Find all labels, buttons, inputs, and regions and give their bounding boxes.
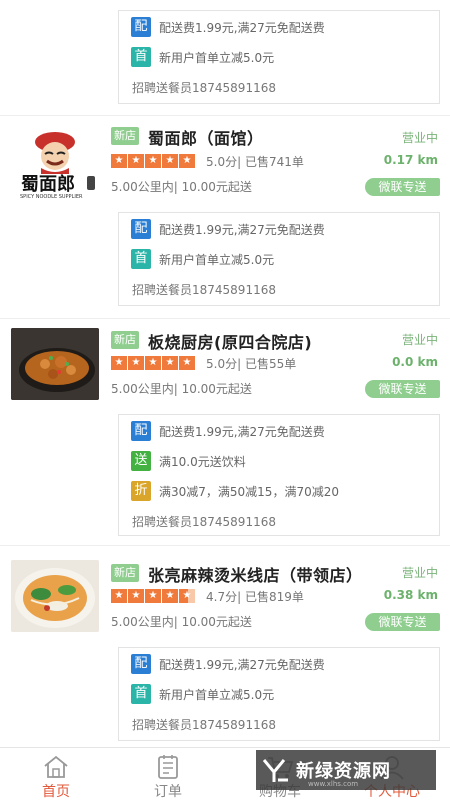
star-icon: ★ xyxy=(128,589,144,603)
star-icon: ★ xyxy=(162,356,178,370)
promo-text: 满30减7，满50减15，满70减20 xyxy=(159,484,339,499)
first-order-badge: 首 xyxy=(131,47,151,67)
star-icon: ★ xyxy=(162,589,178,603)
recruit-text: 招聘送餐员18745891168 xyxy=(132,283,276,297)
promo-row: 折 满30减7，满50减15，满70减20 xyxy=(131,480,339,502)
promo-row: 配 配送费1.99元,满27元免配送费 xyxy=(131,218,325,240)
new-store-tag: 新店 xyxy=(111,331,139,349)
first-order-badge: 首 xyxy=(131,684,151,704)
recruit-text: 招聘送餐员18745891168 xyxy=(132,718,276,732)
star-icon: ★ xyxy=(162,154,178,168)
tab-label: 首页 xyxy=(42,784,70,800)
rating-stars: ★ ★ ★ ★ ★ xyxy=(111,356,195,370)
star-icon: ★ xyxy=(111,154,127,168)
promo-row: 送 满10.0元送饮料 xyxy=(131,450,246,472)
promo-text: 配送费1.99元,满27元免配送费 xyxy=(159,222,325,237)
gift-badge: 送 xyxy=(131,451,151,471)
delivery-service-tag: 微联专送 xyxy=(365,380,440,398)
rating-text: 4.7分| 已售819单 xyxy=(206,590,304,604)
promo-text: 新用户首单立减5.0元 xyxy=(159,687,275,702)
delivery-range: 5.00公里内| 10.00元起送 xyxy=(111,615,252,629)
watermark-subtext: www.xlhs.com xyxy=(308,780,359,788)
promo-text: 配送费1.99元,满27元免配送费 xyxy=(159,657,325,672)
distance: 0.17 km xyxy=(383,153,438,167)
store-photo xyxy=(11,328,99,400)
star-icon: ★ xyxy=(179,154,195,168)
divider xyxy=(0,115,450,116)
discount-badge: 折 xyxy=(131,481,151,501)
delivery-service-tag: 微联专送 xyxy=(365,613,440,631)
star-icon: ★ xyxy=(145,154,161,168)
distance: 0.38 km xyxy=(383,588,438,602)
rating-text: 5.0分| 已售741单 xyxy=(206,155,304,169)
promo-row: 配 配送费1.99元,满27元免配送费 xyxy=(131,420,325,442)
store-name: 张亮麻辣烫米线店（带领店） xyxy=(148,566,363,585)
promo-row: 首 新用户首单立减5.0元 xyxy=(131,248,274,270)
store-card[interactable]: 蜀面郎 SPICY NOODLE SUPPLIER 新店 蜀面郎（面馆） 营业中… xyxy=(0,120,450,320)
divider xyxy=(0,545,450,546)
delivery-fee-badge: 配 xyxy=(131,219,151,239)
half-star-icon: ★ xyxy=(179,589,195,603)
store-card[interactable]: 新店 张亮麻辣烫米线店（带领店） 营业中 ★ ★ ★ ★ ★ 4.7分| 已售8… xyxy=(0,555,450,745)
delivery-service-tag: 微联专送 xyxy=(365,178,440,196)
store-name: 蜀面郎（面馆） xyxy=(148,129,264,148)
star-icon: ★ xyxy=(128,154,144,168)
delivery-range: 5.00公里内| 10.00元起送 xyxy=(111,382,252,396)
delivery-range: 5.00公里内| 10.00元起送 xyxy=(111,180,252,194)
tab-orders[interactable]: 订单 xyxy=(112,748,224,800)
promo-text: 配送费1.99元,满27元免配送费 xyxy=(159,424,325,439)
watermark: 新绿资源网 www.xlhs.com xyxy=(256,750,436,790)
promo-row: 首 新用户首单立减5.0元 xyxy=(131,683,274,705)
recruit-text: 招聘送餐员18745891168 xyxy=(132,515,276,529)
watermark-logo-icon xyxy=(256,750,296,790)
promo-box: 配 配送费1.99元,满27元免配送费 首 新用户首单立减5.0元 招聘送餐员1… xyxy=(118,10,440,104)
star-icon: ★ xyxy=(128,356,144,370)
star-icon: ★ xyxy=(111,589,127,603)
delivery-fee-badge: 配 xyxy=(131,17,151,37)
star-icon: ★ xyxy=(111,356,127,370)
promo-text: 配送费1.99元,满27元免配送费 xyxy=(159,20,325,35)
promo-box: 配 配送费1.99元,满27元免配送费 首 新用户首单立减5.0元 招聘送餐员1… xyxy=(118,647,440,741)
rating-stars: ★ ★ ★ ★ ★ xyxy=(111,154,195,168)
tab-label: 订单 xyxy=(154,784,182,800)
promo-box: 配 配送费1.99元,满27元免配送费 首 新用户首单立减5.0元 招聘送餐员1… xyxy=(118,212,440,306)
rating-stars: ★ ★ ★ ★ ★ xyxy=(111,589,195,603)
promo-row: 配 配送费1.99元,满27元免配送费 xyxy=(131,16,325,38)
star-icon: ★ xyxy=(179,356,195,370)
store-logo: 蜀面郎 SPICY NOODLE SUPPLIER xyxy=(11,128,99,200)
star-icon: ★ xyxy=(145,356,161,370)
store-status: 营业中 xyxy=(401,333,438,347)
promo-text: 新用户首单立减5.0元 xyxy=(159,50,275,65)
tab-home[interactable]: 首页 xyxy=(0,748,112,800)
distance: 0.0 km xyxy=(392,355,438,369)
new-store-tag: 新店 xyxy=(111,127,139,145)
promo-text: 新用户首单立减5.0元 xyxy=(159,252,275,267)
star-icon: ★ xyxy=(145,589,161,603)
store-card[interactable]: 新店 板烧厨房(原四合院店) 营业中 ★ ★ ★ ★ ★ 5.0分| 已售55单… xyxy=(0,322,450,540)
delivery-fee-badge: 配 xyxy=(131,421,151,441)
promo-box: 配 配送费1.99元,满27元免配送费 送 满10.0元送饮料 折 满30减7，… xyxy=(118,414,440,536)
home-icon xyxy=(44,755,68,778)
logo-text: 蜀面郎 xyxy=(21,173,75,195)
store-photo xyxy=(11,560,99,632)
store-status: 营业中 xyxy=(401,566,438,580)
promo-row: 首 新用户首单立减5.0元 xyxy=(131,46,274,68)
first-order-badge: 首 xyxy=(131,249,151,269)
promo-row: 配 配送费1.99元,满27元免配送费 xyxy=(131,653,325,675)
promo-text: 满10.0元送饮料 xyxy=(159,454,246,469)
store-name: 板烧厨房(原四合院店) xyxy=(148,333,313,352)
order-list-icon xyxy=(158,755,178,779)
store-list-page: 配 配送费1.99元,满27元免配送费 首 新用户首单立减5.0元 招聘送餐员1… xyxy=(0,0,450,800)
logo-subtext: SPICY NOODLE SUPPLIER xyxy=(20,194,83,200)
rating-text: 5.0分| 已售55单 xyxy=(206,357,297,371)
recruit-text: 招聘送餐员18745891168 xyxy=(132,81,276,95)
delivery-fee-badge: 配 xyxy=(131,654,151,674)
store-status: 营业中 xyxy=(401,131,438,145)
divider xyxy=(0,318,450,319)
new-store-tag: 新店 xyxy=(111,564,139,582)
